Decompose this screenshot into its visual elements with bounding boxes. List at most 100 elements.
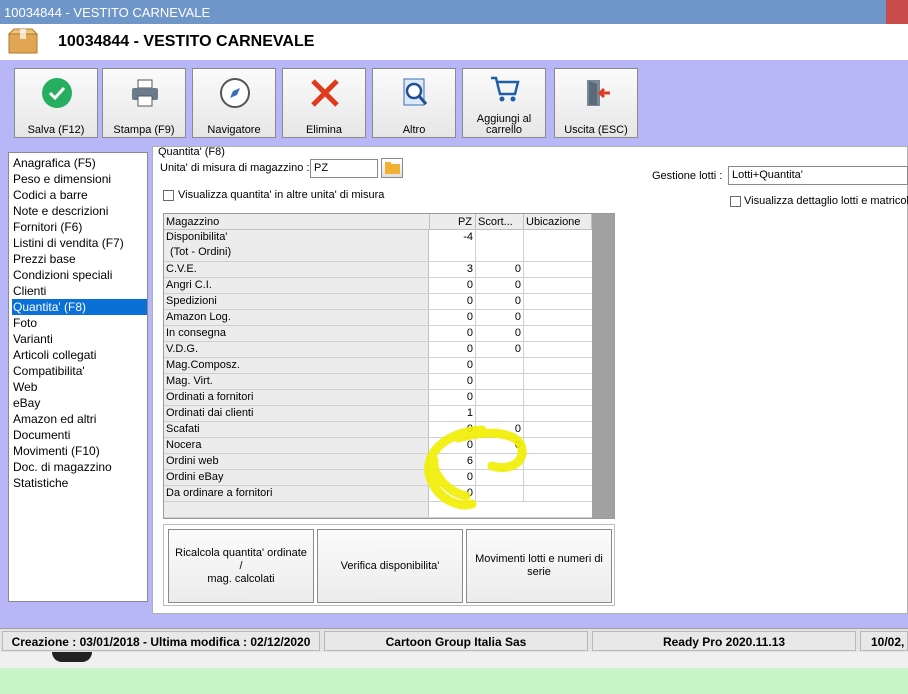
record-title: 10034844 - VESTITO CARNEVALE bbox=[58, 33, 315, 50]
delete-x-icon bbox=[311, 79, 339, 107]
check-availability-button[interactable]: Verifica disponibilita' bbox=[317, 529, 463, 603]
exit-door-icon bbox=[587, 80, 610, 106]
close-window-button[interactable] bbox=[886, 0, 908, 24]
row-warehouse-name: C.V.E. bbox=[164, 262, 429, 277]
navigator-button[interactable]: Navigatore bbox=[192, 68, 276, 138]
row-warehouse-name: Mag.Composz. bbox=[164, 358, 429, 373]
sidebar-item[interactable]: Statistiche bbox=[12, 475, 147, 491]
sidebar-item[interactable]: Codici a barre bbox=[12, 187, 147, 203]
row-warehouse-label: V.D.G. bbox=[166, 343, 198, 355]
print-button[interactable]: Stampa (F9) bbox=[102, 68, 186, 138]
table-row[interactable]: Angri C.I. 0 0 bbox=[164, 278, 592, 294]
delete-button[interactable]: Elimina bbox=[282, 68, 366, 138]
row-stock-value: 0 bbox=[476, 342, 524, 357]
recalculate-label-line2: mag. calcolati bbox=[207, 572, 275, 585]
row-warehouse-label: Disponibilita' bbox=[166, 231, 228, 243]
other-button[interactable]: Altro bbox=[372, 68, 456, 138]
table-row[interactable]: C.V.E. 3 0 bbox=[164, 262, 592, 278]
sidebar-item[interactable]: Listini di vendita (F7) bbox=[12, 235, 147, 251]
row-warehouse-label: In consegna bbox=[166, 327, 226, 339]
exit-button[interactable]: Uscita (ESC) bbox=[554, 68, 638, 138]
highlight-annotation bbox=[424, 425, 527, 510]
show-lot-detail-label: Visualizza dettaglio lotti e matricole bbox=[744, 195, 908, 207]
printer-icon bbox=[132, 79, 158, 107]
uom-field[interactable]: PZ bbox=[310, 159, 378, 178]
table-row[interactable]: Amazon Log. 0 0 bbox=[164, 310, 592, 326]
row-location-value bbox=[524, 278, 592, 293]
toolbar: Salva (F12) Stampa (F9) Navigatore Elimi… bbox=[6, 64, 906, 144]
row-warehouse-name: In consegna bbox=[164, 326, 429, 341]
column-header-pz[interactable]: PZ bbox=[430, 214, 476, 230]
row-warehouse-label: Amazon Log. bbox=[166, 311, 231, 323]
other-button-label: Altro bbox=[402, 124, 426, 136]
cart-icon bbox=[491, 76, 520, 102]
sidebar-item[interactable]: Varianti bbox=[12, 331, 147, 347]
uom-browse-button[interactable] bbox=[381, 158, 403, 178]
sidebar-item[interactable]: eBay bbox=[12, 395, 147, 411]
row-stock-value bbox=[476, 358, 524, 373]
recalculate-button[interactable]: Ricalcola quantita' ordinate / mag. calco… bbox=[168, 529, 314, 603]
sidebar-item[interactable]: Condizioni speciali bbox=[12, 267, 147, 283]
row-stock-value: 0 bbox=[476, 294, 524, 309]
quantity-grid: Magazzino PZ Scort... Ubicazione Disponi… bbox=[163, 213, 615, 519]
lot-movements-label-line1: Movimenti lotti e numeri di bbox=[475, 553, 603, 565]
sidebar-item[interactable]: Anagrafica (F5) bbox=[12, 155, 147, 171]
table-row[interactable]: Ordinati a fornitori 0 bbox=[164, 390, 592, 406]
row-warehouse-name: V.D.G. bbox=[164, 342, 429, 357]
table-row[interactable]: Spedizioni 0 0 bbox=[164, 294, 592, 310]
column-header-stock[interactable]: Scort... bbox=[476, 214, 524, 230]
row-warehouse-name: Ordinati a fornitori bbox=[164, 390, 429, 405]
table-row[interactable]: V.D.G. 0 0 bbox=[164, 342, 592, 358]
grid-scrollbar[interactable] bbox=[592, 214, 614, 518]
add-to-cart-button[interactable]: Aggiungi al carrello bbox=[462, 68, 546, 138]
lots-label: Gestione lotti : bbox=[652, 170, 723, 182]
table-row[interactable]: In consegna 0 0 bbox=[164, 326, 592, 342]
column-header-location[interactable]: Ubicazione bbox=[524, 214, 592, 230]
row-stock-value bbox=[476, 390, 524, 405]
sidebar-item[interactable]: Foto bbox=[12, 315, 147, 331]
sidebar-item[interactable]: Peso e dimensioni bbox=[12, 171, 147, 187]
table-row[interactable]: Disponibilita' (Tot - Ordini) -4 bbox=[164, 230, 592, 262]
sidebar-item[interactable]: Note e descrizioni bbox=[12, 203, 147, 219]
sidebar-item[interactable]: Compatibilita' bbox=[12, 363, 147, 379]
navigator-button-label: Navigatore bbox=[207, 124, 261, 136]
sidebar-item[interactable]: Documenti bbox=[12, 427, 147, 443]
table-row[interactable]: Mag.Composz. 0 bbox=[164, 358, 592, 374]
row-warehouse-name: Ordini web bbox=[164, 454, 429, 469]
sidebar-item[interactable]: Prezzi base bbox=[12, 251, 147, 267]
row-stock-value: 0 bbox=[476, 310, 524, 325]
row-warehouse-label: Ordini eBay bbox=[166, 471, 224, 483]
save-button[interactable]: Salva (F12) bbox=[14, 68, 98, 138]
show-other-units-checkbox[interactable] bbox=[163, 190, 174, 201]
package-icon bbox=[8, 28, 38, 54]
action-bar: Ricalcola quantita' ordinate / mag. calco… bbox=[163, 524, 615, 606]
row-pz-value: 0 bbox=[430, 326, 476, 341]
sidebar-item[interactable]: Amazon ed altri bbox=[12, 411, 147, 427]
background-shape bbox=[52, 652, 92, 662]
row-warehouse-label: Da ordinare a fornitori bbox=[166, 487, 273, 499]
row-pz-value: 3 bbox=[430, 262, 476, 277]
sidebar-item[interactable]: Articoli collegati bbox=[12, 347, 147, 363]
sidebar-item[interactable]: Web bbox=[12, 379, 147, 395]
window-title: 10034844 - VESTITO CARNEVALE bbox=[4, 5, 211, 20]
row-warehouse-name: Amazon Log. bbox=[164, 310, 429, 325]
row-pz-value: 0 bbox=[430, 278, 476, 293]
row-location-value bbox=[524, 406, 592, 421]
recalculate-label-line1: Ricalcola quantita' ordinate / bbox=[175, 546, 307, 572]
column-header-warehouse[interactable]: Magazzino bbox=[164, 214, 430, 230]
sidebar-item[interactable]: Movimenti (F10) bbox=[12, 443, 147, 459]
sidebar-item[interactable]: Doc. di magazzino bbox=[12, 459, 147, 475]
row-location-value bbox=[524, 310, 592, 325]
sidebar-item[interactable]: Fornitori (F6) bbox=[12, 219, 147, 235]
show-lot-detail-checkbox[interactable] bbox=[730, 196, 741, 207]
save-button-label: Salva (F12) bbox=[27, 124, 85, 136]
lots-select[interactable]: Lotti+Quantita' bbox=[728, 166, 908, 185]
uom-label: Unita' di misura di magazzino : bbox=[160, 162, 310, 174]
row-warehouse-name: Spedizioni bbox=[164, 294, 429, 309]
taskbar-area bbox=[0, 652, 908, 694]
table-row[interactable]: Mag. Virt. 0 bbox=[164, 374, 592, 390]
sidebar-item[interactable]: Quantita' (F8) bbox=[12, 299, 147, 315]
sidebar-item[interactable]: Clienti bbox=[12, 283, 147, 299]
row-stock-value: 0 bbox=[476, 278, 524, 293]
lot-movements-button[interactable]: Movimenti lotti e numeri di serie bbox=[466, 529, 612, 603]
